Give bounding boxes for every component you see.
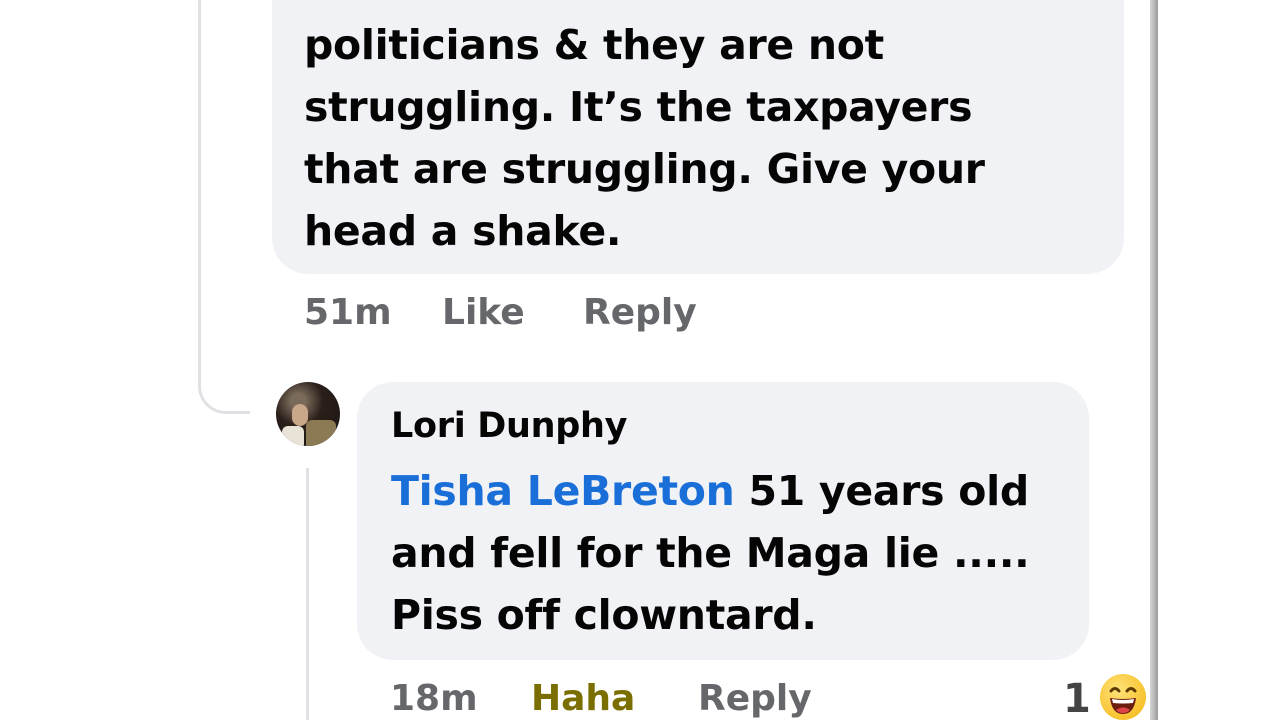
reply-line: and fell for the Maga lie ..... [391, 529, 1030, 577]
reply-text: 51 years old [734, 467, 1030, 515]
comment-author[interactable]: Lori Dunphy [391, 406, 627, 446]
reaction-count[interactable]: 1 [1063, 676, 1091, 720]
comment-line: that are struggling. Give your [304, 145, 985, 193]
avatar[interactable] [276, 382, 340, 446]
reply-body: Tisha LeBreton 51 years old and fell for… [391, 460, 1030, 646]
comment-cut-line [304, 0, 985, 14]
comment-timestamp[interactable]: 51m [304, 292, 392, 333]
thread-line [306, 468, 309, 720]
avatar-detail [306, 420, 336, 446]
mention-link[interactable]: Tisha LeBreton [391, 467, 735, 515]
comment-body: politicians & they are not struggling. I… [304, 0, 985, 262]
reply-line: Tisha LeBreton 51 years old [391, 460, 1029, 522]
reply-button[interactable]: Reply [583, 292, 697, 333]
reply-line: Piss off clowntard. [391, 591, 817, 639]
reply-timestamp[interactable]: 18m [390, 678, 478, 719]
haha-reaction-button[interactable]: Haha [531, 678, 635, 719]
like-button[interactable]: Like [442, 292, 525, 333]
reply-button[interactable]: Reply [698, 678, 812, 719]
scroll-edge-shadow [1150, 0, 1158, 720]
comment-thread: politicians & they are not struggling. I… [0, 0, 1280, 720]
comment-line: politicians & they are not [304, 21, 884, 69]
avatar-detail [282, 426, 304, 446]
comment-line: head a shake. [304, 207, 622, 255]
laughing-emoji-icon-graphic [1109, 687, 1137, 714]
thread-connector [198, 0, 250, 414]
comment-line: struggling. It’s the taxpayers [304, 83, 973, 131]
laughing-emoji-icon[interactable] [1100, 674, 1146, 720]
